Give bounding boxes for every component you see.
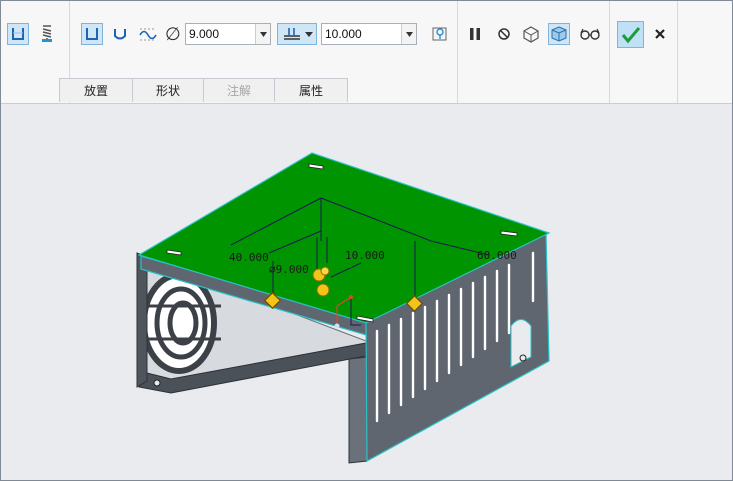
cancel-x-icon[interactable] [649,23,671,45]
model-view[interactable]: 40.000 ∅9.000 10.000 60.000 [1,104,732,480]
tab-placement[interactable]: 放置 [59,78,133,102]
hole-info-icon[interactable] [429,23,451,45]
no-preview-icon[interactable] [493,23,515,45]
depth-handle[interactable] [316,283,330,297]
dim-depth[interactable]: 10.000 [345,249,385,262]
diameter-input[interactable]: 9.000 [185,23,271,45]
hole-standard-icon[interactable] [36,23,58,45]
depth-input[interactable]: 10.000 [321,23,417,45]
verify-icon[interactable] [548,23,570,45]
graphics-viewport[interactable]: 40.000 ∅9.000 10.000 60.000 [1,104,732,480]
depth-blind-icon[interactable] [277,23,317,45]
application-window: ∅ 9.000 10.000 放置 形状 注解 属性 40.000 ∅9.000… [0,0,733,481]
preview-geometry-icon[interactable] [520,23,542,45]
front-hanging-plate [348,356,368,464]
dim-right-offset[interactable]: 60.000 [477,249,517,262]
glasses-icon[interactable] [578,23,602,45]
tab-properties[interactable]: 属性 [274,78,348,102]
diameter-icon: ∅ [165,24,181,44]
tab-note: 注解 [203,78,275,102]
tab-shape[interactable]: 形状 [132,78,204,102]
diameter-dropdown-icon[interactable] [255,24,270,44]
simple-hole-icon[interactable] [81,23,103,45]
hole-dashboard: ∅ 9.000 10.000 放置 形状 注解 属性 [1,1,732,104]
depth-value: 10.000 [325,27,362,41]
confirm-check-icon[interactable] [617,21,644,48]
dim-diameter[interactable]: ∅9.000 [269,263,309,276]
hole-straight-icon[interactable] [7,23,29,45]
dim-left-offset[interactable]: 40.000 [229,251,269,264]
standard-profile-icon[interactable] [109,23,131,45]
pause-icon[interactable] [464,23,486,45]
left-side-wall [136,252,148,388]
sketch-profile-icon[interactable] [137,23,159,45]
depth-dropdown-icon[interactable] [401,24,416,44]
diameter-value: 9.000 [189,27,220,41]
